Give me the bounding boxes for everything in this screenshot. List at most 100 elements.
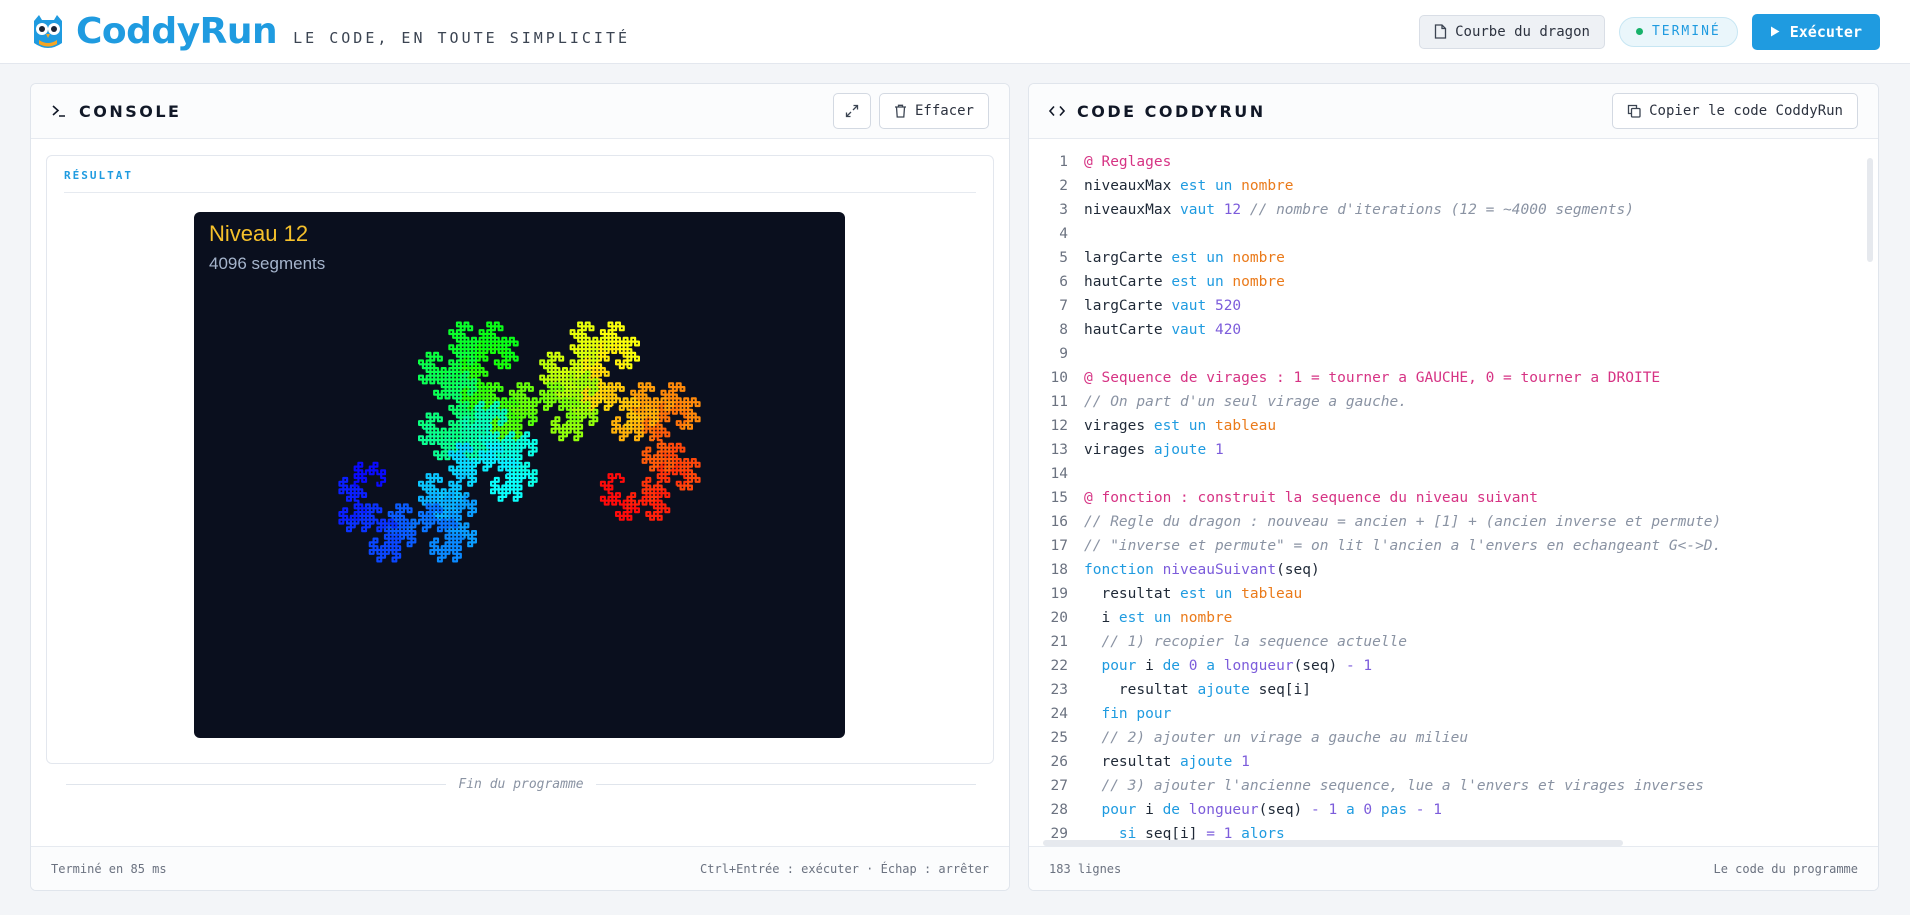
- code-line: 11 // On part d'un seul virage a gauche.: [1029, 390, 1878, 414]
- code-token: est un: [1180, 178, 1242, 194]
- line-number: 1: [1059, 154, 1068, 170]
- play-icon: [1770, 26, 1780, 37]
- code-brackets-icon: [1049, 105, 1065, 117]
- line-number: 4: [1059, 226, 1068, 242]
- code-line: 2 niveauxMax est un nombre: [1029, 174, 1878, 198]
- code-line: 6 hautCarte est un nombre: [1029, 270, 1878, 294]
- console-header: CONSOLE Effacer: [31, 84, 1009, 139]
- line-text: // On part d'un seul virage a gauche.: [1084, 390, 1407, 414]
- code-line: 22 pour i de 0 a longueur(seq) - 1: [1029, 654, 1878, 678]
- result-divider: [64, 192, 976, 193]
- code-token: pour: [1084, 802, 1146, 818]
- code-line: 15 @ fonction : construit la sequence du …: [1029, 486, 1878, 510]
- trash-icon: [894, 104, 906, 118]
- code-panel: CODE CODDYRUN Copier le code CoddyRun 1 @…: [1028, 83, 1879, 891]
- result-label: RÉSULTAT: [64, 169, 133, 182]
- line-number: 8: [1059, 322, 1068, 338]
- line-number: 24: [1050, 706, 1068, 722]
- line-text: // 2) ajouter un virage a gauche au mili…: [1084, 726, 1468, 750]
- code-token: est un: [1118, 610, 1181, 626]
- code-token: // nombre d'iterations (12 = ~4000 segme…: [1249, 202, 1634, 218]
- copy-code-button[interactable]: Copier le code CoddyRun: [1612, 93, 1858, 129]
- run-button[interactable]: Exécuter: [1751, 13, 1880, 50]
- code-token: 520: [1214, 298, 1242, 314]
- code-line: 3 niveauxMax vaut 12 // nombre d'iteratio…: [1029, 198, 1878, 222]
- line-number: 27: [1050, 778, 1068, 794]
- dragon-segment-group: [418, 363, 462, 400]
- code-editor[interactable]: 1 @ Reglages 2 niveauxMax est un nombre 3 niv…: [1029, 140, 1878, 840]
- expand-button[interactable]: [832, 93, 871, 129]
- code-line: 4: [1029, 222, 1878, 246]
- code-line: 24 fin pour: [1029, 702, 1878, 726]
- line-text: virages est un tableau: [1084, 414, 1276, 438]
- code-line: 20 i est un nombre: [1029, 606, 1878, 630]
- code-token: (seq): [1258, 802, 1312, 818]
- code-token: 12: [1223, 202, 1250, 218]
- code-token: ajoute: [1197, 682, 1259, 698]
- line-text: i est un nombre: [1084, 606, 1232, 630]
- code-token: est un: [1171, 274, 1233, 290]
- code-token: longueur: [1223, 658, 1294, 674]
- code-title: CODE CODDYRUN: [1077, 101, 1266, 121]
- code-token: a: [1345, 802, 1364, 818]
- line-text: niveauxMax vaut 12 // nombre d'iteration…: [1084, 198, 1634, 222]
- clear-button[interactable]: Effacer: [878, 93, 989, 129]
- canvas-level-title: Niveau 12: [209, 221, 309, 246]
- code-token: hautCarte: [1084, 322, 1172, 338]
- file-icon: [1434, 24, 1447, 39]
- document-selector[interactable]: Courbe du dragon: [1419, 14, 1605, 49]
- vertical-scrollbar[interactable]: [1867, 158, 1873, 262]
- dragon-segment-group: [353, 461, 387, 487]
- code-token: de: [1162, 802, 1189, 818]
- code-token: tableau: [1241, 586, 1303, 602]
- code-token: tableau: [1214, 418, 1277, 434]
- run-button-label: Exécuter: [1789, 22, 1862, 41]
- code-token: - 1: [1345, 658, 1373, 674]
- code-token: niveauxMax: [1084, 202, 1181, 218]
- code-token: ajoute: [1153, 442, 1215, 458]
- code-line: 7 largCarte vaut 520: [1029, 294, 1878, 318]
- code-token: 0: [1363, 802, 1381, 818]
- line-text: @ fonction : construit la sequence du ni…: [1084, 486, 1538, 510]
- line-text: fin pour: [1084, 702, 1171, 726]
- line-number: 29: [1050, 826, 1068, 840]
- code-token: // On part d'un seul virage a gauche.: [1084, 394, 1408, 410]
- console-title: CONSOLE: [79, 101, 182, 121]
- code-line: 27 // 3) ajouter l'ancienne sequence, lu…: [1029, 774, 1878, 798]
- code-token: i: [1145, 802, 1163, 818]
- dragon-segment-group: [508, 382, 548, 415]
- dragon-segment-group: [429, 527, 465, 563]
- dragon-segment-group: [478, 321, 519, 362]
- copy-icon: [1627, 104, 1641, 118]
- code-token: est un: [1171, 250, 1233, 266]
- line-number: 5: [1059, 250, 1068, 266]
- status-badge: TERMINÉ: [1618, 16, 1738, 47]
- line-number: 26: [1050, 754, 1068, 770]
- code-token: pas: [1380, 802, 1416, 818]
- line-number: 13: [1050, 442, 1068, 458]
- code-token: vaut: [1171, 298, 1215, 314]
- line-number: 14: [1050, 466, 1068, 482]
- code-token: nombre: [1232, 250, 1285, 266]
- code-token: fonction: [1084, 562, 1163, 578]
- line-text: largCarte est un nombre: [1084, 246, 1285, 270]
- code-line: 8 hautCarte vaut 420: [1029, 318, 1878, 342]
- code-token: // 3) ajouter l'ancienne sequence, lue a…: [1084, 778, 1704, 794]
- code-token: a: [1206, 658, 1224, 674]
- code-token: fin pour: [1084, 706, 1172, 722]
- code-line: 21 // 1) recopier la sequence actuelle: [1029, 630, 1878, 654]
- line-text: // "inverse et permute" = on lit l'ancie…: [1084, 534, 1721, 558]
- line-number: 25: [1050, 730, 1068, 746]
- line-number: 23: [1050, 682, 1068, 698]
- code-line: 26 resultat ajoute 1: [1029, 750, 1878, 774]
- brand-name: CoddyRun: [76, 11, 278, 52]
- code-line: 5 largCarte est un nombre: [1029, 246, 1878, 270]
- result-card: RÉSULTAT Niveau 12 4096 segments: [46, 155, 994, 764]
- code-token: @ fonction : construit la sequence du ni…: [1084, 490, 1538, 506]
- code-footer: 183 lignes Le code du programme: [1029, 846, 1878, 890]
- code-line: 28 pour i de longueur(seq) - 1 a 0 pas -…: [1029, 798, 1878, 822]
- code-token: 1: [1214, 442, 1224, 458]
- code-token: (seq): [1276, 562, 1320, 578]
- code-token: - 1: [1415, 802, 1442, 818]
- code-line: 16 // Regle du dragon : nouveau = ancien …: [1029, 510, 1878, 534]
